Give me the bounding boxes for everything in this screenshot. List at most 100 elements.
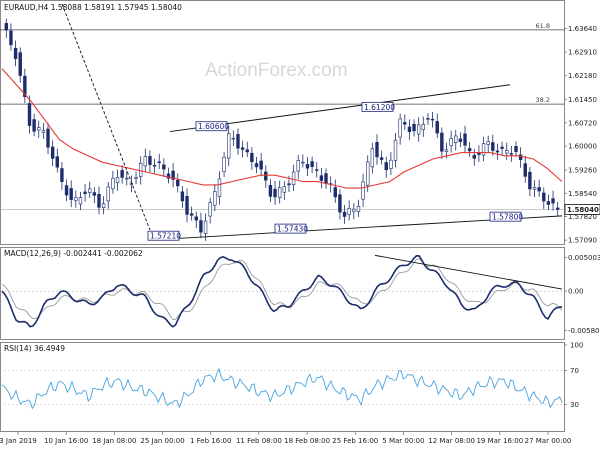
candle-body [542,192,546,202]
time-axis-tick-label: 25 Feb 16:00 [332,437,378,445]
candle-body [277,187,282,199]
candle-body [13,47,18,59]
candle-body [115,177,120,184]
candle-body [222,156,226,172]
candle-body [407,126,412,133]
candle-body [416,124,421,135]
candle-body [477,153,481,155]
candle-body [509,153,514,155]
time-axis-tick-label: 25 Jan 00:00 [140,437,184,445]
time-axis-tick-label: 18 Jan 08:00 [92,437,136,445]
candle-body [412,123,416,132]
candle-body [88,188,92,193]
candle-body [310,161,314,167]
candle-body [532,187,537,190]
candle-body [361,181,365,200]
candle-body [111,178,115,190]
price-level-label: 1.57800 [492,213,523,222]
candle-body [389,159,393,169]
candle-body [32,119,36,132]
candle-body [157,161,161,163]
candle-body [50,146,55,159]
candle-body [41,130,46,133]
rsi-axis-tick-label: 70 [570,367,579,375]
candle-body [92,192,97,196]
time-axis-tick-label: 27 Mar 00:00 [525,437,572,445]
chart: ActionForex.com 61.8 38.2 1.60600 1.61200 1.… [0,0,600,445]
candle-body [444,149,449,152]
candle-body [463,133,467,146]
candle-body [4,23,9,31]
candle-body [185,196,189,215]
candle-body [55,156,59,168]
price-level-label: 1.57210 [150,232,181,241]
price-axis-tick-label: 1.59260 [568,167,597,175]
candle-body [199,220,203,233]
candle-body [264,171,268,181]
candle-body [379,157,384,160]
rsi-axis-tick-label: 30 [570,401,579,409]
candle-body [46,128,50,148]
candle-body [236,134,240,149]
price-axis-tick-label: 1.57090 [568,237,597,245]
candle-body [291,171,296,185]
candle-body [546,201,551,205]
macd-axis-tick-label: 0.00 [568,288,584,296]
watermark: ActionForex.com [205,60,348,81]
time-axis-tick-label: 18 Feb 08:00 [284,437,330,445]
time-axis-tick-label: 19 Mar 16:00 [476,437,523,445]
candle-body [384,162,388,171]
candle-body [203,220,208,234]
candle-body [148,156,152,165]
candle-body [176,179,180,187]
candle-body [231,137,236,140]
candle-body [296,160,300,172]
candle-body [338,194,342,213]
rsi-axis-tick-label: 100 [570,342,583,350]
price-panel-frame [0,0,565,245]
candle-body [259,160,263,170]
price-level-label: 1.57430 [277,225,308,234]
candle-body [454,135,458,143]
candle-body [106,186,110,202]
candle-body [347,208,351,215]
candle-body [27,103,32,126]
price-axis-tick-label: 1.58540 [568,190,597,198]
last-price-label: 1.58040 [567,206,599,214]
macd-panel-frame [0,247,565,340]
rsi-panel-frame [0,342,565,432]
candle-body [227,133,231,159]
macd-axis-tick-label: 0.005003 [568,254,600,262]
candle-body [60,168,64,182]
time-axis-tick-label: 1 Feb 16:00 [190,437,231,445]
candle-body [458,138,463,142]
candle-body [301,161,305,164]
candle-body [495,150,500,153]
candle-body [505,150,509,154]
candle-body [162,164,166,170]
candle-body [356,206,361,212]
candle-body [217,178,222,197]
candle-body [393,139,398,161]
candle-body [449,138,453,146]
price-level-label: 1.61200 [364,103,395,112]
candle-body [366,161,370,186]
candle-body [152,165,157,167]
candle-body [250,152,254,163]
candle-body [134,177,138,179]
candle-body [486,141,490,145]
candle-body [528,171,532,190]
fib-level-label: 38.2 [536,96,550,104]
candle-body [435,121,439,134]
price-axis-tick-label: 1.62180 [568,72,597,80]
rsi-panel-title: RSI(14) 36.4949 [4,344,65,353]
candle-body [189,213,194,216]
candle-body [481,143,486,156]
candle-body [472,154,476,159]
candle-body [403,122,407,125]
time-axis-tick-label: 11 Feb 08:00 [236,437,282,445]
candle-body [430,118,435,121]
candle-body [213,191,217,206]
candle-body [101,203,106,208]
time-axis-tick-label: 12 Mar 08:00 [428,437,475,445]
